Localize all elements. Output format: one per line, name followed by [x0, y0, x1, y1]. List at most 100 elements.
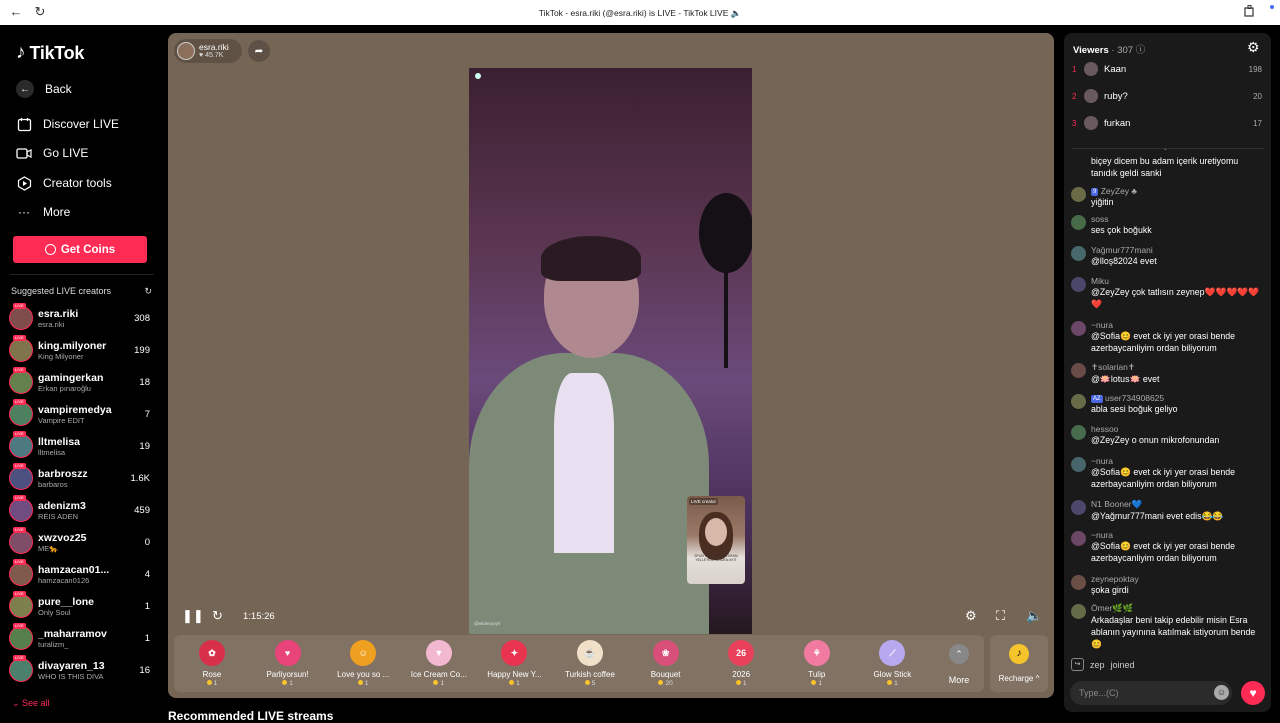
back-button[interactable]: ← Back [16, 80, 72, 98]
creator-item[interactable]: LIVE hamzacan01... hamzacan0126 4 [9, 559, 150, 588]
top-viewer-item[interactable]: 1 Kaan 198 [1072, 61, 1262, 77]
chat-feed[interactable]: biçey dicem bu adam içerik uretiyomu tan… [1064, 151, 1271, 676]
emoji-icon[interactable]: ☺ [1214, 685, 1229, 700]
chat-avatar[interactable] [1071, 575, 1086, 590]
chat-avatar[interactable] [1071, 457, 1086, 472]
user-badge: 9 [1091, 187, 1099, 196]
top-viewer-item[interactable]: 2 ruby? 20 [1072, 88, 1262, 104]
creator-name: lltmelisa [38, 435, 81, 448]
nav-more[interactable]: ··· More [16, 204, 70, 220]
creator-item[interactable]: LIVE king.milyoner King Milyoner 199 [9, 335, 150, 364]
creator-item[interactable]: LIVE _maharramov turalizm_ 1 [9, 623, 150, 652]
tiktok-logo[interactable]: ♪ TikTok [16, 42, 84, 64]
gift-item[interactable]: ☺ Love you so ... 1 [325, 635, 401, 692]
volume-icon[interactable]: 🔈 [1026, 608, 1042, 624]
guest-pip-video[interactable]: LIVE creator SPUN NOR DALIM ESRAM YELLEY… [687, 496, 745, 584]
more-gifts-button[interactable]: ⌃ More [939, 635, 979, 692]
right-panel: Viewers · 307 ⓘ ⚙ 1 Kaan 198 2 ruby? 20 … [1064, 33, 1271, 712]
creator-item[interactable]: LIVE adenizm3 REIS ADEN 459 [9, 495, 150, 524]
chat-text: yiğitin [1091, 197, 1114, 207]
creator-name: pure__lone [38, 595, 95, 608]
host-chip[interactable]: esra.riki ♥ 45.7K [174, 39, 242, 63]
gift-item[interactable]: ✿ Rose 1 [174, 635, 250, 692]
calendar-icon [16, 116, 32, 132]
chat-username[interactable]: ✝solarian✝ [1091, 362, 1266, 373]
gift-item[interactable]: ♥ Parliyorsun! 1 [250, 635, 326, 692]
creator-avatar: LIVE [9, 623, 33, 650]
video-stream[interactable]: @ekdenyoyil LIVE creator SPUN NOR DALIM … [469, 68, 752, 634]
chat-message: ~nura @Sofia😊 evet ck iyi yer orasi bend… [1071, 456, 1266, 490]
nav-creator-tools[interactable]: Creator tools [16, 175, 112, 191]
chat-username[interactable]: ~nura [1091, 530, 1266, 540]
chat-username[interactable]: Ömer🌿🌿 [1091, 603, 1266, 614]
settings-icon[interactable]: ⚙ [965, 608, 977, 624]
chat-message: ✝solarian✝ @🪷lotus🪷 evet [1071, 362, 1266, 385]
creator-avatar: LIVE [9, 463, 33, 490]
creator-item[interactable]: LIVE xwzvoz25 ME🐆 0 [9, 527, 150, 556]
chat-avatar[interactable] [1071, 531, 1086, 546]
creator-item[interactable]: LIVE divayaren_13 WHO IS THIS DIVA 16 [9, 655, 150, 684]
chat-avatar[interactable] [1071, 215, 1086, 230]
chat-avatar[interactable] [1071, 394, 1086, 409]
gear-icon[interactable]: ⚙ [1247, 39, 1260, 56]
chat-username[interactable]: zeynepoktay [1091, 574, 1266, 584]
viewer-name: Kaan [1104, 63, 1127, 75]
chat-avatar[interactable] [1071, 425, 1086, 440]
extension-icon[interactable] [1244, 5, 1256, 20]
share-button[interactable]: ➦ [248, 40, 270, 62]
gift-name: Bouquet [650, 670, 681, 679]
heart-icon[interactable]: ♥ [1241, 681, 1265, 705]
creator-subtitle: hamzacan0126 [38, 575, 90, 585]
gift-item[interactable]: ✦ Happy New Y... 1 [476, 635, 552, 692]
nav-discover-live[interactable]: Discover LIVE [16, 116, 119, 132]
chat-username[interactable]: hessoo [1091, 424, 1266, 434]
chat-avatar[interactable] [1071, 321, 1086, 336]
nav-go-live[interactable]: Go LIVE [16, 145, 88, 161]
live-badge: LIVE [13, 303, 26, 309]
see-all-button[interactable]: ⌄ See all [12, 698, 50, 709]
gift-item[interactable]: ⚘ Tulip 1 [779, 635, 855, 692]
chat-username[interactable]: Yağmur777mani [1091, 245, 1266, 255]
chat-username[interactable]: Miku [1091, 276, 1266, 286]
creator-avatar: LIVE [9, 655, 33, 682]
gift-icon: ☺ [350, 640, 377, 666]
creator-subtitle: esra.riki [38, 319, 65, 329]
creator-item[interactable]: LIVE lltmelisa lltmelisa 19 [9, 431, 150, 460]
pause-icon[interactable]: ❚❚ [182, 608, 204, 624]
creator-viewer-count: 199 [134, 344, 150, 356]
creator-item[interactable]: LIVE pure__lone Only Soul 1 [9, 591, 150, 620]
chat-username[interactable]: N1 Booner💙 [1091, 499, 1266, 510]
chat-avatar[interactable] [1071, 500, 1086, 515]
chat-input[interactable]: Type...(C) [1070, 681, 1232, 705]
viewers-header[interactable]: Viewers · 307 ⓘ [1073, 42, 1145, 56]
chat-username-text: ~nura [1091, 530, 1113, 540]
chat-username[interactable]: 9 ZeyZey ♣ [1091, 186, 1266, 196]
fullscreen-icon[interactable]: ⛶ [996, 608, 1005, 624]
gift-item[interactable]: ⟋ Glow Stick 1 [854, 635, 930, 692]
creator-item[interactable]: LIVE vampiremedya Vampire EDIT 7 [9, 399, 150, 428]
chat-avatar[interactable] [1071, 277, 1086, 292]
notification-dot [1270, 5, 1274, 9]
gift-item[interactable]: ▼ Ice Cream Co... 1 [401, 635, 477, 692]
chat-avatar[interactable] [1071, 187, 1086, 202]
chat-username[interactable]: ~nura [1091, 320, 1266, 330]
refresh-stream-icon[interactable]: ↻ [212, 608, 223, 624]
chat-avatar[interactable] [1071, 246, 1086, 261]
creator-item[interactable]: LIVE barbroszz barbaros 1.6K [9, 463, 150, 492]
refresh-icon[interactable]: ↻ [144, 286, 152, 297]
creator-text: gamingerkan Erkan pınaroğlu [38, 372, 120, 393]
chat-avatar[interactable] [1071, 604, 1086, 619]
gift-item[interactable]: 26 2026 1 [703, 635, 779, 692]
gift-item[interactable]: ❀ Bouquet 20 [628, 635, 704, 692]
chat-username[interactable]: ~nura [1091, 456, 1266, 466]
chat-username[interactable]: soss [1091, 214, 1266, 224]
top-viewer-item[interactable]: 3 furkan 17 [1072, 115, 1262, 131]
recharge-button[interactable]: ♪ Recharge ^ [990, 635, 1048, 692]
chat-username[interactable]: AZ user734908625 [1091, 393, 1266, 403]
creator-item[interactable]: LIVE esra.riki esra.riki 308 [9, 303, 150, 332]
get-coins-button[interactable]: Get Coins [13, 236, 147, 263]
creator-item[interactable]: LIVE gamingerkan Erkan pınaroğlu 18 [9, 367, 150, 396]
chat-avatar[interactable] [1071, 363, 1086, 378]
coin-icon [735, 680, 741, 685]
gift-item[interactable]: ☕ Turkish coffee 5 [552, 635, 628, 692]
